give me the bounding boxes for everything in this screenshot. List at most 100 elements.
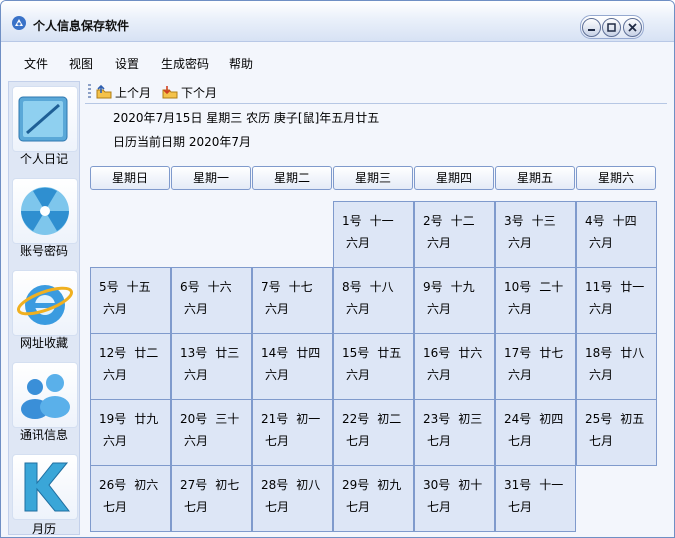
- day-cell-date-line: 24号 初四: [504, 408, 575, 430]
- day-cell[interactable]: 17号 廿七 六月: [495, 333, 576, 400]
- day-cell[interactable]: 21号 初一七月: [252, 399, 333, 466]
- prev-month-button[interactable]: 上个月: [95, 83, 151, 101]
- menu-help[interactable]: 帮助: [229, 55, 253, 72]
- day-cell[interactable]: 6号 十六 六月: [171, 267, 252, 334]
- lunar-month: 六月: [427, 368, 452, 382]
- prev-month-label: 上个月: [115, 85, 152, 100]
- day-cell[interactable]: 25号 初五 七月: [576, 399, 657, 466]
- day-cell[interactable]: 1号 十一 六月: [333, 201, 414, 268]
- day-number: 14号: [261, 346, 289, 360]
- day-cell[interactable]: 8号 十八 六月: [333, 267, 414, 334]
- day-number: 6号: [180, 280, 200, 294]
- weekday-header: 星期四: [414, 166, 494, 190]
- maximize-icon: [607, 22, 617, 32]
- day-cell[interactable]: 19号 廿九 六月: [90, 399, 171, 466]
- day-cell[interactable]: 3号 十三 六月: [495, 201, 576, 268]
- lunar-month: 七月: [265, 434, 290, 448]
- lunar-day: 初二: [377, 412, 402, 426]
- day-cell[interactable]: 29号 初九 七月: [333, 465, 414, 532]
- day-number: 25号: [585, 412, 613, 426]
- sidebar-label-account-password: 账号密码: [19, 244, 68, 258]
- day-cell[interactable]: 24号 初四 七月: [495, 399, 576, 466]
- day-cell[interactable]: 10号 二十 六月: [495, 267, 576, 334]
- day-cell-date-line: 14号 廿四: [261, 342, 332, 364]
- day-cell[interactable]: 15号 廿五 六月: [333, 333, 414, 400]
- day-cell-date-line: 26号 初六: [99, 474, 170, 496]
- title-bar[interactable]: 个人信息保存软件: [1, 1, 674, 42]
- lunar-day: 十一: [369, 214, 394, 228]
- day-cell[interactable]: 9号 十九 六月: [414, 267, 495, 334]
- day-number: 22号: [342, 412, 370, 426]
- weekday-header: 星期日: [90, 166, 170, 190]
- account-password-icon: [12, 178, 78, 244]
- day-number: 30号: [423, 478, 451, 492]
- day-number: 20号: [180, 412, 208, 426]
- lunar-month: 七月: [265, 500, 290, 514]
- day-cell[interactable]: 5号 十五 六月: [90, 267, 171, 334]
- day-cell[interactable]: 18号 廿八 六月: [576, 333, 657, 400]
- sidebar-label-contacts: 通讯信息: [19, 428, 68, 442]
- menu-settings[interactable]: 设置: [115, 55, 139, 72]
- day-cell[interactable]: 22号 初二 七月: [333, 399, 414, 466]
- minimize-button[interactable]: [581, 17, 601, 37]
- day-number: 18号: [585, 346, 613, 360]
- menu-bar: 文件 视图 设置 生成密码 帮助: [1, 51, 674, 75]
- lunar-month: 六月: [184, 434, 209, 448]
- menu-file[interactable]: 文件: [24, 55, 48, 72]
- day-cell[interactable]: 14号 廿四六月: [252, 333, 333, 400]
- day-cell-date-line: 28号 初八: [261, 474, 332, 496]
- day-cell[interactable]: 26号 初六 七月: [90, 465, 171, 532]
- close-button[interactable]: [623, 17, 643, 37]
- sidebar-item-contacts[interactable]: 通讯信息: [9, 358, 79, 450]
- maximize-button[interactable]: [602, 17, 622, 37]
- day-number: 19号: [99, 412, 127, 426]
- lunar-month: 七月: [427, 500, 452, 514]
- day-cell[interactable]: 13号 廿三 六月: [171, 333, 252, 400]
- day-cell[interactable]: 16号 廿六 六月: [414, 333, 495, 400]
- day-number: 10号: [504, 280, 532, 294]
- day-cell[interactable]: 30号 初十 七月: [414, 465, 495, 532]
- lunar-day: 十六: [207, 280, 232, 294]
- day-cell-date-line: 3号 十三: [504, 210, 575, 232]
- lunar-day: 十八: [369, 280, 394, 294]
- prev-month-icon: [96, 84, 112, 99]
- toolbar-grip[interactable]: [88, 84, 91, 100]
- day-cell[interactable]: 23号 初三 七月: [414, 399, 495, 466]
- day-number: 8号: [342, 280, 362, 294]
- close-icon: [628, 22, 637, 32]
- sidebar-item-bookmarks[interactable]: 网址收藏: [9, 266, 79, 358]
- day-cell-date-line: 17号 廿七: [504, 342, 575, 364]
- day-number: 24号: [504, 412, 532, 426]
- next-month-button[interactable]: 下个月: [161, 83, 217, 101]
- sidebar-item-diary[interactable]: 个人日记: [9, 82, 79, 174]
- sidebar-item-calendar[interactable]: 月历: [9, 450, 79, 537]
- lunar-month: 六月: [589, 368, 614, 382]
- menu-view[interactable]: 视图: [69, 55, 93, 72]
- day-cell[interactable]: 31号 十一 七月: [495, 465, 576, 532]
- day-cell[interactable]: 4号 十四 六月: [576, 201, 657, 268]
- ie-bookmark-icon: [12, 270, 78, 336]
- lunar-day: 初四: [539, 412, 564, 426]
- lunar-day: 十九: [450, 280, 475, 294]
- lunar-month: 六月: [265, 368, 290, 382]
- day-cell[interactable]: 27号 初七 七月: [171, 465, 252, 532]
- day-cell[interactable]: 20号 三十 六月: [171, 399, 252, 466]
- today-info: 2020年7月15日 星期三 农历 庚子[鼠]年五月廿五: [113, 111, 380, 125]
- day-cell-date-line: 11号 廿一: [585, 276, 656, 298]
- day-cell[interactable]: 28号 初八七月: [252, 465, 333, 532]
- day-cell[interactable]: 12号 廿二 六月: [90, 333, 171, 400]
- day-cell[interactable]: 11号 廿一 六月: [576, 267, 657, 334]
- sidebar: 个人日记 账号密码 网址收藏 通讯信息 月历: [8, 81, 80, 537]
- day-cell-date-line: 4号 十四: [585, 210, 656, 232]
- day-cell-date-line: 21号 初一: [261, 408, 332, 430]
- lunar-month: 六月: [427, 302, 452, 316]
- app-logo-icon: [12, 16, 26, 30]
- day-cell-date-line: 19号 廿九: [99, 408, 170, 430]
- sidebar-item-account-password[interactable]: 账号密码: [9, 174, 79, 266]
- lunar-day: 廿三: [215, 346, 240, 360]
- window-controls: [580, 15, 644, 39]
- day-cell[interactable]: 7号 十七 六月: [252, 267, 333, 334]
- day-cell[interactable]: 2号 十二 六月: [414, 201, 495, 268]
- lunar-day: 廿一: [620, 280, 645, 294]
- menu-generate-password[interactable]: 生成密码: [161, 55, 209, 72]
